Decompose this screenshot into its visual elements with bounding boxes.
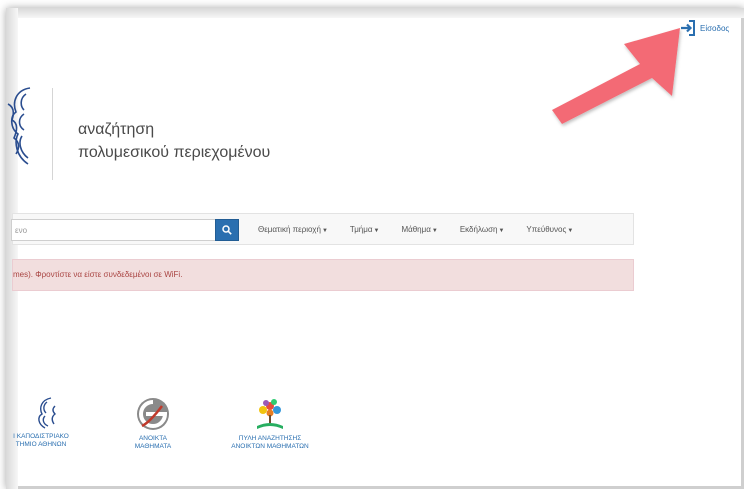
nav-item-label: Θεματική περιοχή	[258, 224, 321, 234]
search-button[interactable]	[215, 219, 239, 241]
site-title: αναζήτηση πολυμεσικού περιεχομένου	[78, 118, 270, 164]
wifi-alert: mes). Φροντίστε να είστε συνδεδεμένοι σε…	[12, 259, 634, 291]
university-logo	[7, 87, 31, 165]
caret-down-icon: ▼	[373, 227, 380, 234]
search-portal-logo	[257, 399, 283, 429]
search-icon	[222, 225, 232, 235]
partner-search-portal-line1: ΠΥΛΗ ΑΝΑΖΗΤΗΣΗΣ	[238, 435, 302, 442]
caret-down-icon: ▼	[498, 227, 505, 234]
nav-department[interactable]: Τμήμα▼	[350, 225, 380, 234]
partner-open-courses[interactable]: ΑΝΟΙΚΤΑ ΜΑΘΗΜΑΤΑ	[118, 396, 188, 451]
partner-open-courses-line1: ΑΝΟΙΚΤΑ	[138, 435, 168, 442]
header-divider	[52, 88, 53, 180]
alert-text: mes). Φροντίστε να είστε συνδεδεμένοι σε…	[13, 270, 183, 279]
search-input[interactable]	[11, 219, 215, 241]
nav-item-label: Μάθημα	[401, 224, 431, 234]
nav-event[interactable]: Εκδήλωση▼	[460, 225, 505, 234]
open-courses-logo	[137, 398, 169, 430]
frame-edge-top	[6, 8, 744, 18]
site-title-line2: πολυμεσικού περιεχομένου	[78, 144, 271, 161]
login-label: Είσοδος	[700, 23, 730, 33]
nav-item-label: Τμήμα	[349, 224, 373, 234]
caret-down-icon: ▼	[321, 227, 328, 234]
site-title-line1: αναζήτηση	[78, 121, 155, 138]
nav-item-label: Υπεύθυνος	[526, 224, 567, 234]
nav-thematic-area[interactable]: Θεματική περιοχή▼	[258, 225, 328, 234]
filter-menu: Θεματική περιοχή▼ Τμήμα▼ Μάθημα▼ Εκδήλωσ…	[258, 214, 595, 244]
university-logo-small	[38, 397, 57, 429]
partner-uoa[interactable]: Ι ΚΑΠΟΔΙΣΤΡΙΑΚΟ ΤΗΜΙΟ ΑΘΗΝΩΝ	[0, 396, 82, 449]
partner-uoa-line2: ΤΗΜΙΟ ΑΘΗΝΩΝ	[15, 441, 67, 448]
nav-course[interactable]: Μάθημα▼	[401, 225, 437, 234]
annotation-arrow	[552, 28, 680, 124]
nav-instructor[interactable]: Υπεύθυνος▼	[526, 225, 573, 234]
search-nav-bar: Θεματική περιοχή▼ Τμήμα▼ Μάθημα▼ Εκδήλωσ…	[11, 213, 634, 245]
partner-uoa-line1: Ι ΚΑΠΟΔΙΣΤΡΙΑΚΟ	[13, 433, 69, 440]
caret-down-icon: ▼	[567, 227, 574, 234]
partner-open-courses-line2: ΜΑΘΗΜΑΤΑ	[134, 443, 172, 450]
partner-search-portal[interactable]: ΠΥΛΗ ΑΝΑΖΗΤΗΣΗΣ ΑΝΟΙΚΤΩΝ ΜΑΘΗΜΑΤΩΝ	[214, 396, 326, 451]
partner-search-portal-line2: ΑΝΟΙΚΤΩΝ ΜΑΘΗΜΑΤΩΝ	[231, 443, 309, 450]
caret-down-icon: ▼	[431, 227, 438, 234]
nav-item-label: Εκδήλωση	[459, 224, 498, 234]
